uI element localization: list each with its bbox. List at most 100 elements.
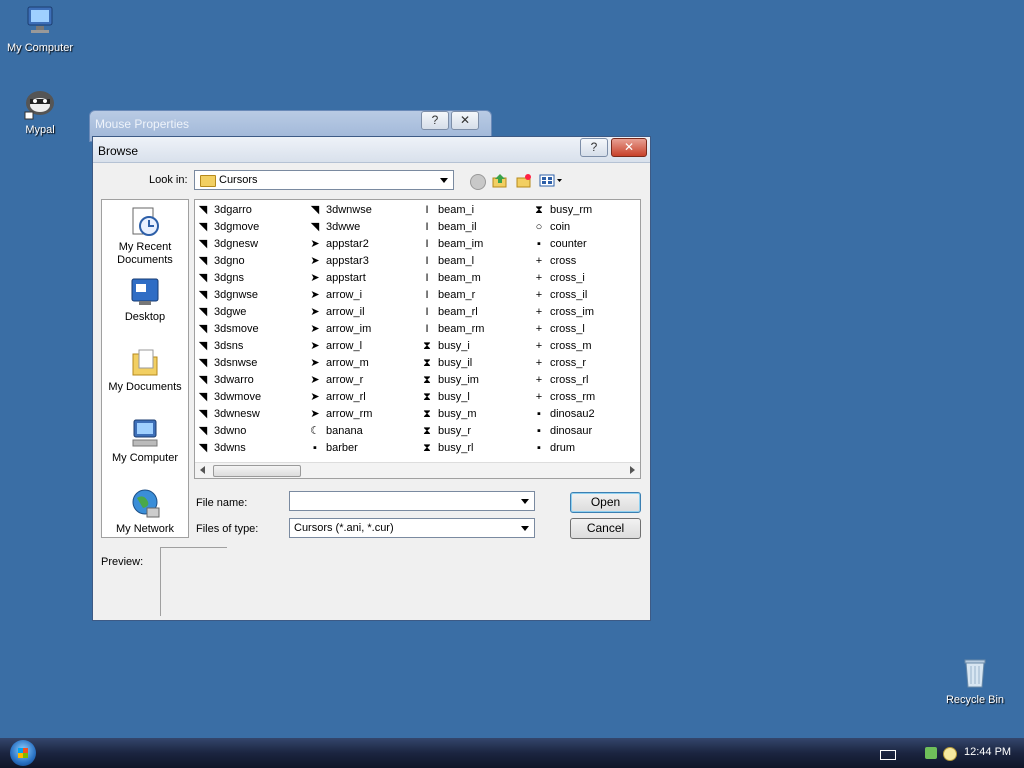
scroll-right-icon[interactable] (630, 466, 635, 474)
file-item[interactable]: ◥ 3dsmove (195, 321, 261, 338)
file-item[interactable]: ➤ arrow_r (307, 372, 372, 389)
place-my-network[interactable]: My Network (102, 488, 188, 536)
start-button[interactable] (10, 740, 36, 766)
clock[interactable]: 12:44 PM (964, 746, 1011, 758)
help-button[interactable]: ? (580, 138, 608, 157)
file-item[interactable]: Ibeam_i (419, 202, 484, 219)
file-item[interactable]: + cross (531, 253, 595, 270)
file-item[interactable]: Ibeam_m (419, 270, 484, 287)
file-item[interactable]: ➤ arrow_l (307, 338, 372, 355)
cursor-file-icon: ⧗ (423, 408, 431, 420)
close-button[interactable]: ✕ (611, 138, 647, 157)
file-item[interactable]: ◥ 3dsnwse (195, 355, 261, 372)
view-menu-icon[interactable] (539, 173, 563, 188)
file-item[interactable]: ▪ counter (531, 236, 595, 253)
network-tray-icon[interactable] (925, 747, 937, 759)
file-item[interactable]: ◥ 3dgwe (195, 304, 261, 321)
file-item[interactable]: Ibeam_rm (419, 321, 484, 338)
place-recent-documents[interactable]: My Recent Documents (102, 206, 188, 267)
cursor-file-icon: ➤ (310, 289, 320, 301)
file-item[interactable]: ◥ 3dgns (195, 270, 261, 287)
file-item[interactable]: ▪ drum (531, 440, 595, 457)
file-item[interactable]: ⧗ busy_rl (419, 440, 484, 457)
file-item[interactable]: ◥ 3dgarro (195, 202, 261, 219)
close-button[interactable]: ✕ (451, 111, 479, 130)
file-item[interactable]: ➤ arrow_il (307, 304, 372, 321)
file-item[interactable]: ➤ arrow_rl (307, 389, 372, 406)
desktop-icon-mypal[interactable]: Mypal (0, 86, 80, 136)
place-my-documents[interactable]: My Documents (102, 346, 188, 394)
file-item[interactable]: ⧗ busy_l (419, 389, 484, 406)
file-item[interactable]: ◥ 3dwwe (307, 219, 372, 236)
file-item[interactable]: + cross_i (531, 270, 595, 287)
file-item[interactable]: ◥ 3dgnesw (195, 236, 261, 253)
file-item[interactable]: ➤ appstart (307, 270, 372, 287)
file-item[interactable]: ○ coin (531, 219, 595, 236)
file-item[interactable]: ▪ dinosau2 (531, 406, 595, 423)
file-item[interactable]: ➤ appstar3 (307, 253, 372, 270)
cursor-file-icon: + (535, 357, 543, 369)
file-item[interactable]: ➤ arrow_m (307, 355, 372, 372)
file-item[interactable]: ➤ arrow_rm (307, 406, 372, 423)
file-item[interactable]: Ibeam_l (419, 253, 484, 270)
file-item[interactable]: ◥ 3dwns (195, 440, 261, 457)
desktop-icon-my-computer[interactable]: My Computer (0, 4, 80, 54)
file-item[interactable]: ⧗ busy_rm (531, 202, 595, 219)
file-item[interactable]: ◥ 3dgno (195, 253, 261, 270)
title-bar[interactable]: Browse ? ✕ (93, 137, 650, 163)
cancel-button[interactable]: Cancel (570, 518, 641, 539)
file-name-input[interactable] (289, 491, 535, 511)
file-item[interactable]: + cross_rl (531, 372, 595, 389)
file-item[interactable]: ◥ 3dwno (195, 423, 261, 440)
file-item-label: 3dwns (214, 442, 246, 454)
file-item[interactable]: ◥ 3dwarro (195, 372, 261, 389)
help-button[interactable]: ? (421, 111, 449, 130)
file-item[interactable]: ➤ arrow_i (307, 287, 372, 304)
scroll-thumb[interactable] (213, 465, 301, 477)
file-item[interactable]: + cross_rm (531, 389, 595, 406)
open-button[interactable]: Open (570, 492, 641, 513)
file-item[interactable]: ☾ banana (307, 423, 372, 440)
file-item-label: 3dgwe (214, 306, 247, 318)
cursor-file-icon: ▪ (537, 442, 541, 454)
back-icon[interactable] (470, 174, 486, 190)
file-item[interactable]: ◥ 3dsns (195, 338, 261, 355)
file-item[interactable]: ⧗ busy_r (419, 423, 484, 440)
place-desktop[interactable]: Desktop (102, 276, 188, 324)
file-item[interactable]: Ibeam_rl (419, 304, 484, 321)
file-item[interactable]: ◥ 3dwmove (195, 389, 261, 406)
file-item[interactable]: Ibeam_r (419, 287, 484, 304)
files-of-type-dropdown[interactable]: Cursors (*.ani, *.cur) (289, 518, 535, 538)
file-item[interactable]: + cross_l (531, 321, 595, 338)
file-item[interactable]: ➤ arrow_im (307, 321, 372, 338)
file-item[interactable]: ⧗ busy_m (419, 406, 484, 423)
file-item[interactable]: ⧗ busy_il (419, 355, 484, 372)
file-item-label: 3dsnwse (214, 357, 258, 369)
keyboard-icon[interactable] (880, 750, 896, 760)
file-item[interactable]: ◥ 3dgmove (195, 219, 261, 236)
file-item[interactable]: + cross_r (531, 355, 595, 372)
scroll-left-icon[interactable] (200, 466, 205, 474)
file-item[interactable]: + cross_im (531, 304, 595, 321)
file-item[interactable]: + cross_il (531, 287, 595, 304)
file-item[interactable]: ▪ barber (307, 440, 372, 457)
file-item[interactable]: ◥ 3dwnwse (307, 202, 372, 219)
file-list[interactable]: ◥ 3dgarro ◥ 3dgmove ◥ 3dgnesw ◥ 3dgno ◥ 3dgns ◥ 3dg… (194, 199, 641, 479)
up-folder-icon[interactable] (492, 173, 508, 188)
look-in-dropdown[interactable]: Cursors (194, 170, 454, 190)
cursor-file-icon: ➤ (310, 340, 320, 352)
file-item[interactable]: ▪ dinosaur (531, 423, 595, 440)
desktop-icon-recycle-bin[interactable]: Recycle Bin (935, 656, 1015, 706)
file-item[interactable]: + cross_m (531, 338, 595, 355)
place-my-computer[interactable]: My Computer (102, 417, 188, 465)
file-item[interactable]: Ibeam_il (419, 219, 484, 236)
file-item[interactable]: ⧗ busy_i (419, 338, 484, 355)
file-item[interactable]: Ibeam_im (419, 236, 484, 253)
file-item[interactable]: ◥ 3dwnesw (195, 406, 261, 423)
volume-tray-icon[interactable] (943, 747, 957, 761)
file-item[interactable]: ➤ appstar2 (307, 236, 372, 253)
file-item[interactable]: ◥ 3dgnwse (195, 287, 261, 304)
horizontal-scrollbar[interactable] (195, 462, 640, 478)
new-folder-icon[interactable] (516, 173, 532, 188)
file-item[interactable]: ⧗ busy_im (419, 372, 484, 389)
